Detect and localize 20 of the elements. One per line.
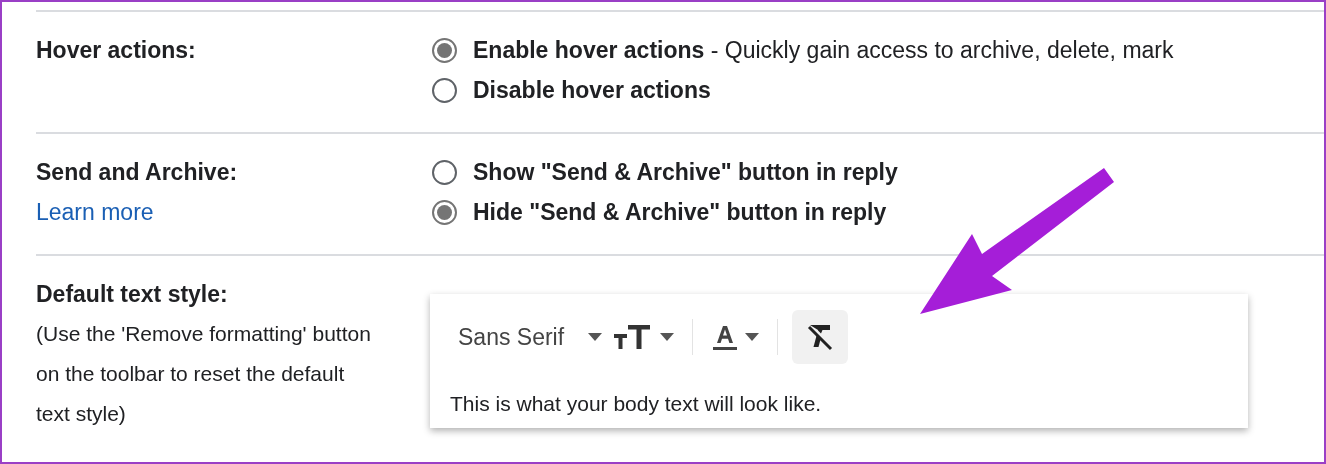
setting-description: (Use the 'Remove formatting' button on the toolbar to reset the default text style)	[36, 321, 372, 427]
radio-label[interactable]: Enable hover actions - Quickly gain access to archive, delete, mark	[473, 30, 1174, 70]
radio-button[interactable]	[432, 37, 457, 63]
radio-button[interactable]	[432, 159, 457, 185]
learn-more-link[interactable]: Learn more	[36, 192, 154, 232]
radio-label[interactable]: Show "Send & Archive" button in reply	[473, 152, 898, 192]
radio-button[interactable]	[432, 199, 457, 225]
font-dropdown[interactable]: Sans Serif	[450, 319, 611, 355]
caret-icon	[745, 333, 760, 341]
radio-button[interactable]	[432, 77, 457, 103]
caret-icon	[588, 333, 603, 341]
sample-text: This is what your body text will look like.	[450, 391, 823, 417]
setting-label: Send and Archive:	[36, 158, 239, 187]
setting-label: Default text style:	[36, 280, 229, 309]
text-color-icon	[711, 323, 740, 351]
setting-label: Hover actions:	[36, 36, 197, 65]
remove-formatting-button[interactable]	[792, 310, 849, 364]
radio-label[interactable]: Disable hover actions	[473, 70, 711, 110]
caret-icon	[660, 333, 675, 341]
radio-label[interactable]: Hide "Send & Archive" button in reply	[473, 192, 887, 232]
